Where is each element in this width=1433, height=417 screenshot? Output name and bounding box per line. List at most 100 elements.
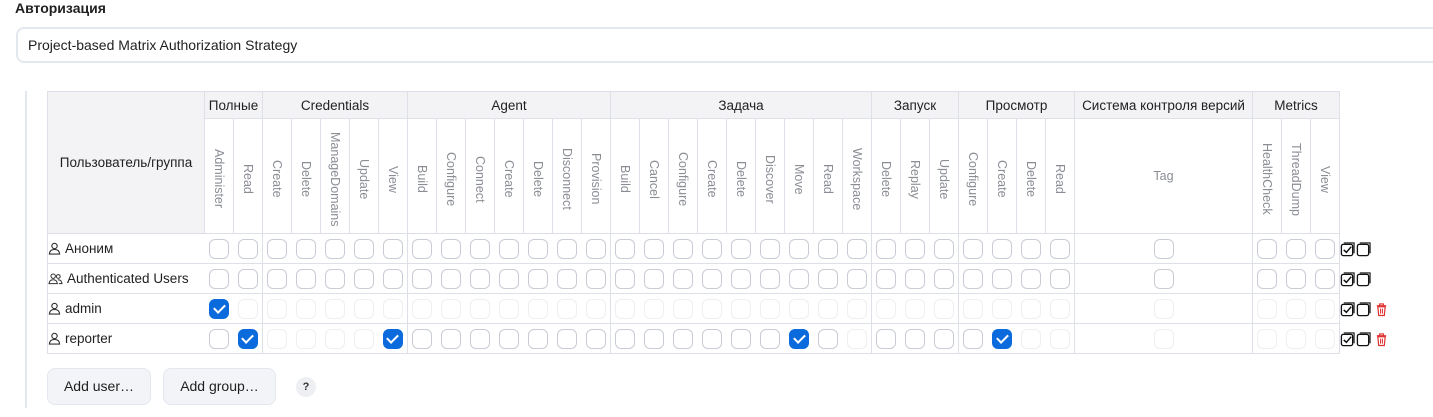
permission-checkbox[interactable] — [412, 268, 433, 289]
permission-checkbox[interactable] — [585, 238, 606, 259]
check-all-icon[interactable] — [1340, 241, 1355, 257]
delete-icon[interactable] — [1375, 332, 1390, 347]
permission-checkbox[interactable] — [499, 238, 519, 259]
permission-checkbox[interactable] — [528, 238, 548, 259]
permission-checkbox[interactable] — [412, 298, 433, 319]
permission-checkbox[interactable] — [1153, 238, 1174, 259]
permission-checkbox[interactable] — [992, 298, 1012, 319]
check-all-icon[interactable] — [1340, 331, 1355, 347]
permission-checkbox[interactable] — [731, 268, 751, 289]
permission-checkbox[interactable] — [237, 238, 258, 259]
permission-checkbox[interactable] — [528, 328, 548, 349]
permission-checkbox[interactable] — [789, 268, 809, 289]
permission-checkbox[interactable] — [789, 298, 809, 319]
permission-checkbox[interactable] — [237, 328, 258, 349]
permission-checkbox[interactable] — [933, 298, 954, 319]
permission-checkbox[interactable] — [1153, 328, 1174, 349]
permission-checkbox[interactable] — [557, 328, 577, 349]
permission-checkbox[interactable] — [325, 328, 345, 349]
permission-checkbox[interactable] — [267, 238, 288, 259]
permission-checkbox[interactable] — [673, 298, 693, 319]
permission-checkbox[interactable] — [933, 238, 954, 259]
permission-checkbox[interactable] — [382, 328, 403, 349]
permission-checkbox[interactable] — [673, 328, 693, 349]
permission-checkbox[interactable] — [615, 328, 636, 349]
permission-checkbox[interactable] — [673, 268, 693, 289]
permission-checkbox[interactable] — [296, 268, 316, 289]
permission-checkbox[interactable] — [905, 238, 925, 259]
permission-checkbox[interactable] — [267, 328, 288, 349]
permission-checkbox[interactable] — [963, 328, 984, 349]
permission-checkbox[interactable] — [412, 238, 433, 259]
permission-checkbox[interactable] — [499, 328, 519, 349]
permission-checkbox[interactable] — [644, 328, 664, 349]
permission-checkbox[interactable] — [441, 298, 461, 319]
permission-checkbox[interactable] — [470, 298, 490, 319]
permission-checkbox[interactable] — [905, 328, 925, 349]
permission-checkbox[interactable] — [760, 298, 780, 319]
permission-checkbox[interactable] — [1257, 328, 1278, 349]
permission-checkbox[interactable] — [644, 238, 664, 259]
permission-checkbox[interactable] — [557, 298, 577, 319]
permission-checkbox[interactable] — [963, 268, 984, 289]
permission-checkbox[interactable] — [1049, 238, 1070, 259]
permission-checkbox[interactable] — [585, 268, 606, 289]
permission-checkbox[interactable] — [267, 298, 288, 319]
permission-checkbox[interactable] — [1049, 328, 1070, 349]
permission-checkbox[interactable] — [325, 238, 345, 259]
permission-checkbox[interactable] — [933, 268, 954, 289]
authorization-strategy-select[interactable]: Project-based Matrix Authorization Strat… — [16, 27, 1433, 63]
permission-checkbox[interactable] — [992, 268, 1012, 289]
permission-checkbox[interactable] — [470, 328, 490, 349]
permission-checkbox[interactable] — [905, 298, 925, 319]
permission-checkbox[interactable] — [702, 238, 722, 259]
permission-checkbox[interactable] — [846, 238, 867, 259]
permission-checkbox[interactable] — [1257, 298, 1278, 319]
permission-checkbox[interactable] — [528, 268, 548, 289]
permission-checkbox[interactable] — [1286, 328, 1306, 349]
add-group-button[interactable]: Add group… — [163, 368, 276, 405]
permission-checkbox[interactable] — [412, 328, 433, 349]
permission-checkbox[interactable] — [789, 328, 809, 349]
add-user-button[interactable]: Add user… — [47, 368, 151, 405]
permission-checkbox[interactable] — [528, 298, 548, 319]
permission-checkbox[interactable] — [557, 268, 577, 289]
permission-checkbox[interactable] — [1286, 298, 1306, 319]
permission-checkbox[interactable] — [1021, 328, 1041, 349]
permission-checkbox[interactable] — [905, 268, 925, 289]
delete-icon[interactable] — [1375, 302, 1390, 317]
uncheck-all-icon[interactable] — [1356, 271, 1371, 287]
permission-checkbox[interactable] — [209, 328, 229, 349]
permission-checkbox[interactable] — [470, 268, 490, 289]
permission-checkbox[interactable] — [933, 328, 954, 349]
permission-checkbox[interactable] — [209, 298, 229, 319]
permission-checkbox[interactable] — [963, 238, 984, 259]
permission-checkbox[interactable] — [702, 298, 722, 319]
permission-checkbox[interactable] — [1021, 298, 1041, 319]
permission-checkbox[interactable] — [1049, 298, 1070, 319]
permission-checkbox[interactable] — [876, 328, 897, 349]
permission-checkbox[interactable] — [644, 268, 664, 289]
permission-checkbox[interactable] — [760, 268, 780, 289]
permission-checkbox[interactable] — [470, 238, 490, 259]
uncheck-all-icon[interactable] — [1356, 331, 1371, 347]
permission-checkbox[interactable] — [1314, 298, 1335, 319]
permission-checkbox[interactable] — [992, 238, 1012, 259]
permission-checkbox[interactable] — [354, 268, 374, 289]
permission-checkbox[interactable] — [237, 298, 258, 319]
permission-checkbox[interactable] — [702, 328, 722, 349]
permission-checkbox[interactable] — [644, 298, 664, 319]
permission-checkbox[interactable] — [585, 328, 606, 349]
permission-checkbox[interactable] — [209, 238, 229, 259]
permission-checkbox[interactable] — [1314, 238, 1335, 259]
permission-checkbox[interactable] — [760, 328, 780, 349]
permission-checkbox[interactable] — [382, 298, 403, 319]
permission-checkbox[interactable] — [354, 328, 374, 349]
permission-checkbox[interactable] — [209, 268, 229, 289]
permission-checkbox[interactable] — [1021, 238, 1041, 259]
permission-checkbox[interactable] — [296, 238, 316, 259]
permission-checkbox[interactable] — [585, 298, 606, 319]
permission-checkbox[interactable] — [731, 298, 751, 319]
uncheck-all-icon[interactable] — [1356, 241, 1371, 257]
permission-checkbox[interactable] — [846, 268, 867, 289]
